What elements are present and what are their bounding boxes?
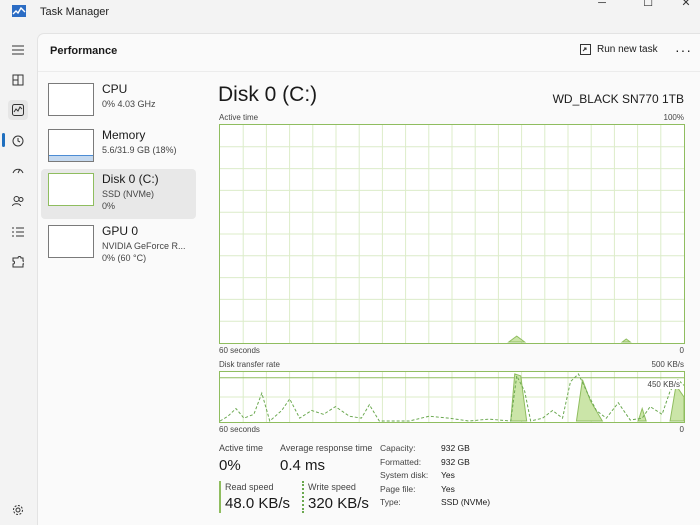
run-task-icon: [580, 44, 591, 55]
device-detail: 5.6/31.9 GB (18%): [102, 145, 177, 155]
property-key: Type:: [380, 497, 401, 507]
transfer-rate-x-right: 0: [679, 425, 684, 434]
cpu-thumbnail-graph: [48, 83, 94, 116]
active-time-graph: [219, 124, 685, 344]
device-usage: 0%: [102, 201, 116, 211]
write-speed-value: 320 KB/s: [308, 495, 369, 512]
nav-startup-apps[interactable]: [8, 161, 28, 181]
property-key: Capacity:: [380, 443, 416, 453]
nav-settings[interactable]: [8, 500, 28, 520]
device-item-gpu-0[interactable]: GPU 0 NVIDIA GeForce R... 0% (60 °C): [41, 221, 196, 271]
memory-thumbnail-graph: [48, 129, 94, 162]
property-value: SSD (NVMe): [441, 497, 491, 507]
write-speed-label: Write speed: [308, 482, 356, 492]
window-title: Task Manager: [40, 6, 110, 18]
minimize-button[interactable]: ─: [588, 0, 616, 12]
active-nav-indicator: [2, 133, 5, 147]
property-row: System disk: Yes: [380, 470, 490, 484]
device-item-cpu[interactable]: CPU 0% 4.03 GHz: [41, 79, 196, 129]
property-key: System disk:: [380, 470, 429, 480]
close-button[interactable]: ✕: [672, 0, 700, 12]
disk-model: WD_BLACK SN770 1TB: [552, 92, 684, 106]
transfer-rate-x-left: 60 seconds: [219, 425, 260, 434]
disk-properties: Capacity: 932 GB Formatted: 932 GB System …: [380, 443, 490, 511]
property-row: Type: SSD (NVMe): [380, 497, 490, 511]
active-time-stat-label: Active time: [219, 443, 264, 453]
run-new-task-button[interactable]: Run new task: [580, 44, 658, 55]
page-title: Performance: [50, 45, 118, 57]
property-key: Page file:: [380, 483, 416, 494]
nav-app-history[interactable]: [8, 131, 28, 151]
transfer-rate-max: 500 KB/s: [651, 360, 684, 369]
task-manager-icon: [12, 5, 26, 17]
active-time-stat-value: 0%: [219, 457, 241, 474]
processes-icon: [12, 74, 24, 86]
nav-performance[interactable]: [8, 100, 28, 120]
device-detail: 0% 4.03 GHz: [102, 99, 156, 109]
title-bar: Task Manager ─ ☐ ✕: [0, 0, 700, 28]
history-icon: [12, 135, 24, 147]
active-time-label: Active time: [219, 113, 259, 122]
nav-users[interactable]: [8, 191, 28, 211]
read-speed-indicator: [219, 481, 221, 513]
main-content: Performance Run new task ··· CPU 0% 4.03…: [37, 33, 700, 525]
device-name: Disk 0 (C:): [102, 172, 159, 186]
active-time-x-left: 60 seconds: [219, 346, 260, 355]
users-icon: [12, 196, 24, 207]
gear-icon: [13, 505, 23, 515]
property-value: Yes: [441, 470, 455, 480]
active-time-max: 100%: [663, 113, 684, 122]
active-time-spike: [620, 338, 632, 343]
device-item-memory[interactable]: Memory 5.6/31.9 GB (18%): [41, 125, 196, 175]
maximize-button[interactable]: ☐: [634, 0, 662, 12]
run-new-task-label: Run new task: [597, 44, 658, 55]
device-name: Memory: [102, 128, 146, 142]
device-name: CPU: [102, 82, 128, 96]
transfer-rate-label: Disk transfer rate: [219, 360, 280, 369]
navigation-rail: [0, 30, 36, 525]
avg-response-label: Average response time: [280, 443, 373, 453]
performance-icon: [12, 104, 24, 116]
device-name: GPU 0: [102, 224, 139, 238]
transfer-rate-reference: 450 KB/s: [647, 380, 680, 389]
read-speed-value: 48.0 KB/s: [225, 495, 291, 512]
property-row: Capacity: 932 GB: [380, 443, 490, 457]
active-time-x-right: 0: [679, 346, 684, 355]
active-time-spike: [507, 335, 527, 343]
memory-usage-fill: [49, 155, 93, 161]
read-speed-label: Read speed: [225, 482, 274, 492]
property-value: 932 GB: [441, 456, 470, 467]
property-value: 932 GB: [441, 443, 470, 453]
device-detail: NVIDIA GeForce R...: [102, 241, 186, 251]
nav-services[interactable]: [8, 252, 28, 272]
disk-title: Disk 0 (C:): [218, 83, 318, 106]
services-icon: [12, 256, 24, 268]
device-item-disk-0[interactable]: Disk 0 (C:) SSD (NVMe) 0%: [41, 169, 196, 219]
disk-thumbnail-graph: [48, 173, 94, 206]
property-row: Formatted: 932 GB: [380, 457, 490, 471]
transfer-rate-graph: [219, 371, 685, 423]
device-usage: 0% (60 °C): [102, 253, 147, 263]
gpu-thumbnail-graph: [48, 225, 94, 258]
write-speed-indicator: [302, 481, 304, 513]
hamburger-menu-button[interactable]: [8, 40, 28, 60]
property-key: Formatted:: [380, 456, 422, 467]
details-icon: [12, 227, 24, 237]
page-header: Performance Run new task ···: [38, 34, 700, 72]
device-detail: SSD (NVMe): [102, 189, 155, 199]
avg-response-value: 0.4 ms: [280, 457, 326, 474]
nav-processes[interactable]: [8, 70, 28, 90]
menu-icon: [12, 45, 24, 55]
more-options-button[interactable]: ···: [675, 42, 692, 58]
property-value: Yes: [441, 483, 455, 494]
nav-details[interactable]: [8, 222, 28, 242]
property-row: Page file: Yes: [380, 484, 490, 498]
startup-icon: [12, 168, 24, 174]
